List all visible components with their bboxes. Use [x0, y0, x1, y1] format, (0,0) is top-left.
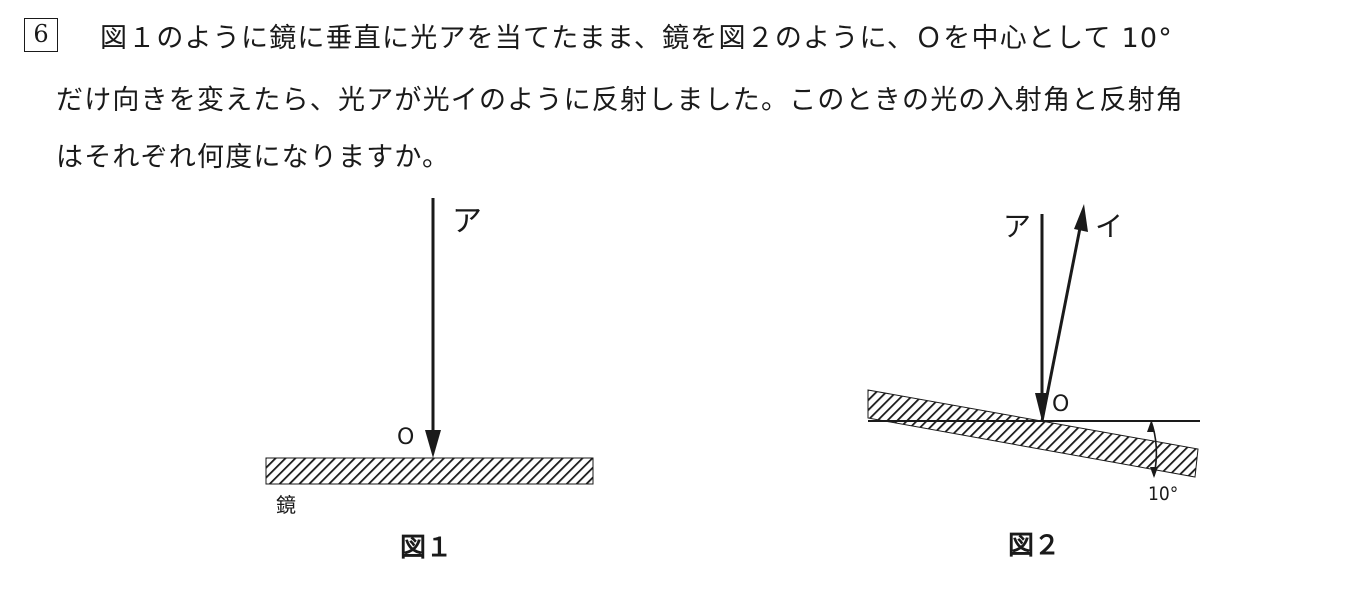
fig2-reflected-label: イ	[1095, 210, 1124, 243]
figure-1	[265, 198, 594, 485]
fig2-angle-arrow-up	[1147, 421, 1155, 432]
fig2-mirror	[867, 389, 1199, 478]
fig2-caption: 図２	[1008, 531, 1061, 561]
fig2-angle-label: 10°	[1148, 483, 1179, 505]
fig2-point-label: O	[1052, 392, 1070, 417]
fig2-incident-label: ア	[1003, 210, 1032, 243]
fig1-mirror-label: 鏡	[276, 493, 296, 517]
fig1-mirror	[265, 457, 594, 485]
fig2-reflected-arrowhead	[1074, 204, 1088, 232]
fig2-angle-arrow-down	[1150, 467, 1158, 478]
fig1-point-label: O	[397, 425, 415, 450]
figure-2	[867, 204, 1200, 478]
fig1-caption: 図１	[400, 533, 453, 563]
fig1-ray-label: ア	[452, 204, 482, 239]
fig1-arrowhead	[425, 430, 441, 458]
